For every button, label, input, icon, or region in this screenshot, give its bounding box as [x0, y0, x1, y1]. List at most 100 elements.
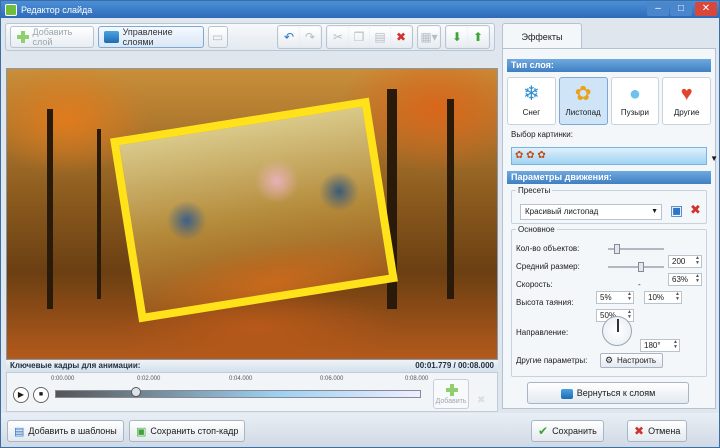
- type-label: Другие: [673, 108, 700, 117]
- timeline-track[interactable]: [55, 390, 421, 398]
- timeline: ▶ ■ 0:00.000 0:02.000 0:04.000 0:06.000 …: [6, 372, 498, 412]
- screen-icon: ▭: [211, 30, 224, 44]
- stop-icon: ■: [38, 391, 44, 398]
- screen-icon-button[interactable]: ▭: [207, 26, 228, 48]
- plus-icon: [16, 30, 29, 44]
- undo-button[interactable]: ↶: [279, 27, 299, 47]
- slide-preview[interactable]: [6, 68, 498, 360]
- setup-label: Настроить: [617, 356, 657, 365]
- tree-trunk: [47, 109, 53, 309]
- tab-effects[interactable]: Эффекты: [502, 23, 582, 49]
- move-up-button[interactable]: ⬆: [468, 27, 488, 47]
- play-icon: ▶: [17, 390, 25, 399]
- tree-trunk: [447, 99, 454, 299]
- chevron-down-icon: ▼: [651, 208, 658, 215]
- add-keyframe-button[interactable]: Добавить: [433, 379, 469, 409]
- maximize-button[interactable]: □: [670, 2, 692, 16]
- undo-icon: ↶: [283, 30, 295, 44]
- manage-layers-label: Управление слоями: [122, 27, 173, 47]
- type-label: Снег: [522, 108, 541, 117]
- preset-value: Красивый листопад: [525, 207, 599, 216]
- slider-thumb[interactable]: [638, 262, 644, 272]
- manage-layers-button[interactable]: Управление слоями: [98, 26, 204, 48]
- count-slider[interactable]: [608, 244, 664, 254]
- save-button[interactable]: ✔ Сохранить: [531, 420, 604, 442]
- cancel-button[interactable]: ✖ Отмена: [627, 420, 688, 442]
- paste-button[interactable]: ▤: [370, 27, 390, 47]
- add-layer-button[interactable]: Добавить слой: [10, 26, 95, 48]
- effects-panel: Эффекты Тип слоя: ❄ Снег ✿ Листопад ● Пузыр…: [502, 23, 718, 409]
- grid-icon: ▦▾: [420, 30, 438, 44]
- type-bubbles[interactable]: ● Пузыри: [610, 77, 660, 125]
- back-to-layers-button[interactable]: Вернуться к слоям: [527, 382, 689, 404]
- speed-row: Скорость: 5% ▲ ▼ - 10% ▲ ▼: [516, 278, 704, 304]
- basic-box: Основное Кол-во объектов: 200 ▲ ▼ Средний …: [511, 225, 707, 377]
- type-snow[interactable]: ❄ Снег: [507, 77, 556, 125]
- bubble-icon: ●: [628, 83, 641, 105]
- arrow-up-icon: ⬆: [472, 30, 484, 44]
- add-to-templates-label: Добавить в шаблоны: [28, 426, 117, 436]
- paste-icon: ▤: [374, 30, 386, 44]
- size-row: Средний размер: 63% ▲ ▼: [516, 260, 704, 286]
- close-window-button[interactable]: ✕: [695, 2, 717, 16]
- add-keyframe-label: Добавить: [435, 398, 467, 405]
- arrange-dropdown[interactable]: ▦▾: [419, 27, 439, 47]
- undo-redo-group: ↶ ↷: [277, 25, 322, 49]
- direction-label: Направление:: [516, 328, 569, 337]
- play-button[interactable]: ▶: [13, 387, 29, 403]
- setup-button[interactable]: ⚙ Настроить: [600, 353, 664, 368]
- save-frame-button[interactable]: ▣ Сохранить стоп-кадр: [129, 420, 246, 442]
- save-preset-icon[interactable]: ▣: [670, 202, 683, 219]
- presets-label: Пресеты: [516, 186, 553, 195]
- toolbar: Добавить слой Управление слоями ▭ ↶ ↷ ✂ …: [5, 23, 495, 51]
- time-tick: 0:06.000: [320, 376, 344, 382]
- stop-button[interactable]: ■: [33, 387, 49, 403]
- presets-box: Пресеты Красивый листопад ▼ ▣ ✖: [511, 186, 707, 224]
- type-label: Пузыри: [620, 108, 649, 117]
- delete-button[interactable]: ✖: [391, 27, 411, 47]
- frame-icon: ▣: [136, 425, 147, 438]
- arrow-down-icon: ⬇: [451, 30, 463, 44]
- preset-select[interactable]: Красивый листопад ▼: [520, 204, 662, 220]
- cancel-label: Отмена: [648, 426, 681, 436]
- template-icon: ▤: [14, 425, 25, 438]
- slider-thumb[interactable]: [614, 244, 620, 254]
- effects-body: Тип слоя: ❄ Снег ✿ Листопад ● Пузыри ♥ Други…: [502, 48, 718, 409]
- app-icon: [5, 3, 17, 16]
- keyframes-header: Ключевые кадры для анимации: 00:01.779 /…: [6, 360, 498, 372]
- speed-dash: -: [638, 280, 641, 289]
- cut-button[interactable]: ✂: [328, 27, 348, 47]
- move-down-button[interactable]: ⬇: [447, 27, 467, 47]
- other-params-label: Другие параметры:: [516, 356, 588, 365]
- scissors-icon: ✂: [332, 30, 344, 44]
- direction-row: Направление: 180° ▲ ▼: [516, 316, 704, 352]
- redo-button[interactable]: ↷: [300, 27, 320, 47]
- redo-icon: ↷: [304, 30, 316, 44]
- layers-icon: [104, 31, 119, 43]
- picture-selector[interactable]: ✿ ✿ ✿ ▼: [511, 147, 718, 165]
- maple-leaf-icon: ✿: [574, 83, 592, 105]
- delete-x-icon: ✖: [395, 30, 407, 44]
- spinner-arrows-icon: ▲ ▼: [673, 339, 678, 350]
- delete-keyframe-button[interactable]: ✖: [477, 395, 485, 406]
- title-bar: Редактор слайда – □ ✕: [1, 1, 719, 18]
- tree-trunk: [97, 129, 101, 299]
- type-other[interactable]: ♥ Другие: [662, 77, 711, 125]
- back-to-layers-label: Вернуться к слоям: [576, 388, 656, 398]
- size-slider[interactable]: [608, 262, 664, 272]
- delete-preset-icon[interactable]: ✖: [690, 202, 701, 218]
- type-label: Листопад: [565, 108, 601, 117]
- plus-icon: [445, 383, 459, 397]
- direction-spinner[interactable]: 180° ▲ ▼: [640, 339, 680, 352]
- heart-icon: ♥: [680, 83, 693, 105]
- minimize-button[interactable]: –: [647, 2, 669, 16]
- type-leaf-fall[interactable]: ✿ Листопад: [558, 77, 608, 125]
- time-readout: 00:01.779 / 00:08.000: [415, 361, 494, 370]
- basic-label: Основное: [516, 225, 557, 234]
- time-tick: 0:02.000: [137, 376, 161, 382]
- add-to-templates-button[interactable]: ▤ Добавить в шаблоны: [7, 420, 124, 442]
- copy-button[interactable]: ❐: [349, 27, 369, 47]
- leaves-icon: ✿ ✿ ✿: [515, 150, 546, 161]
- direction-dial[interactable]: [602, 316, 632, 346]
- snowflake-icon: ❄: [522, 83, 540, 105]
